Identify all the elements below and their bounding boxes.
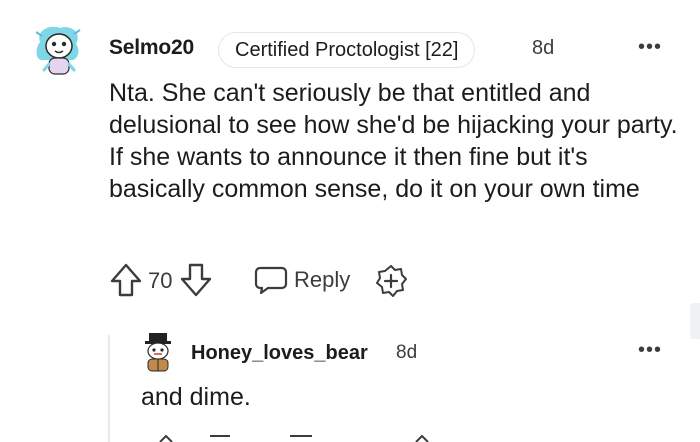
comment-thread: Selmo20 Certified Proctologist [22] 8d •… <box>0 0 700 442</box>
speech-bubble-icon <box>254 266 288 295</box>
user-avatar[interactable] <box>30 22 86 78</box>
reply-button[interactable]: Reply <box>254 262 350 298</box>
reply-author[interactable]: Honey_loves_bear <box>191 342 368 365</box>
reply-user-avatar[interactable] <box>140 333 176 373</box>
comment-age: 8d <box>532 37 555 59</box>
award-plus-icon[interactable] <box>374 264 408 298</box>
downvote-arrow-icon[interactable] <box>178 260 214 300</box>
reply-age: 8d <box>396 342 418 363</box>
more-options-button[interactable]: ••• <box>638 36 662 59</box>
reply-label: Reply <box>294 267 351 292</box>
comment-action-bar: 70 Reply <box>108 260 628 300</box>
user-flair: Certified Proctologist [22] <box>218 32 476 68</box>
vote-count: 70 <box>148 268 173 293</box>
comment-body: Nta. She can't seriously be that entitle… <box>109 79 678 203</box>
reply-more-options-button[interactable]: ••• <box>638 339 662 362</box>
reply-action-bar <box>159 434 429 442</box>
comment-author[interactable]: Selmo20 <box>109 36 194 60</box>
scrollbar-thumb[interactable] <box>690 303 700 339</box>
upvote-arrow-icon[interactable] <box>108 260 144 300</box>
thread-line[interactable] <box>108 335 110 442</box>
reply-body: and dime. <box>141 383 251 411</box>
